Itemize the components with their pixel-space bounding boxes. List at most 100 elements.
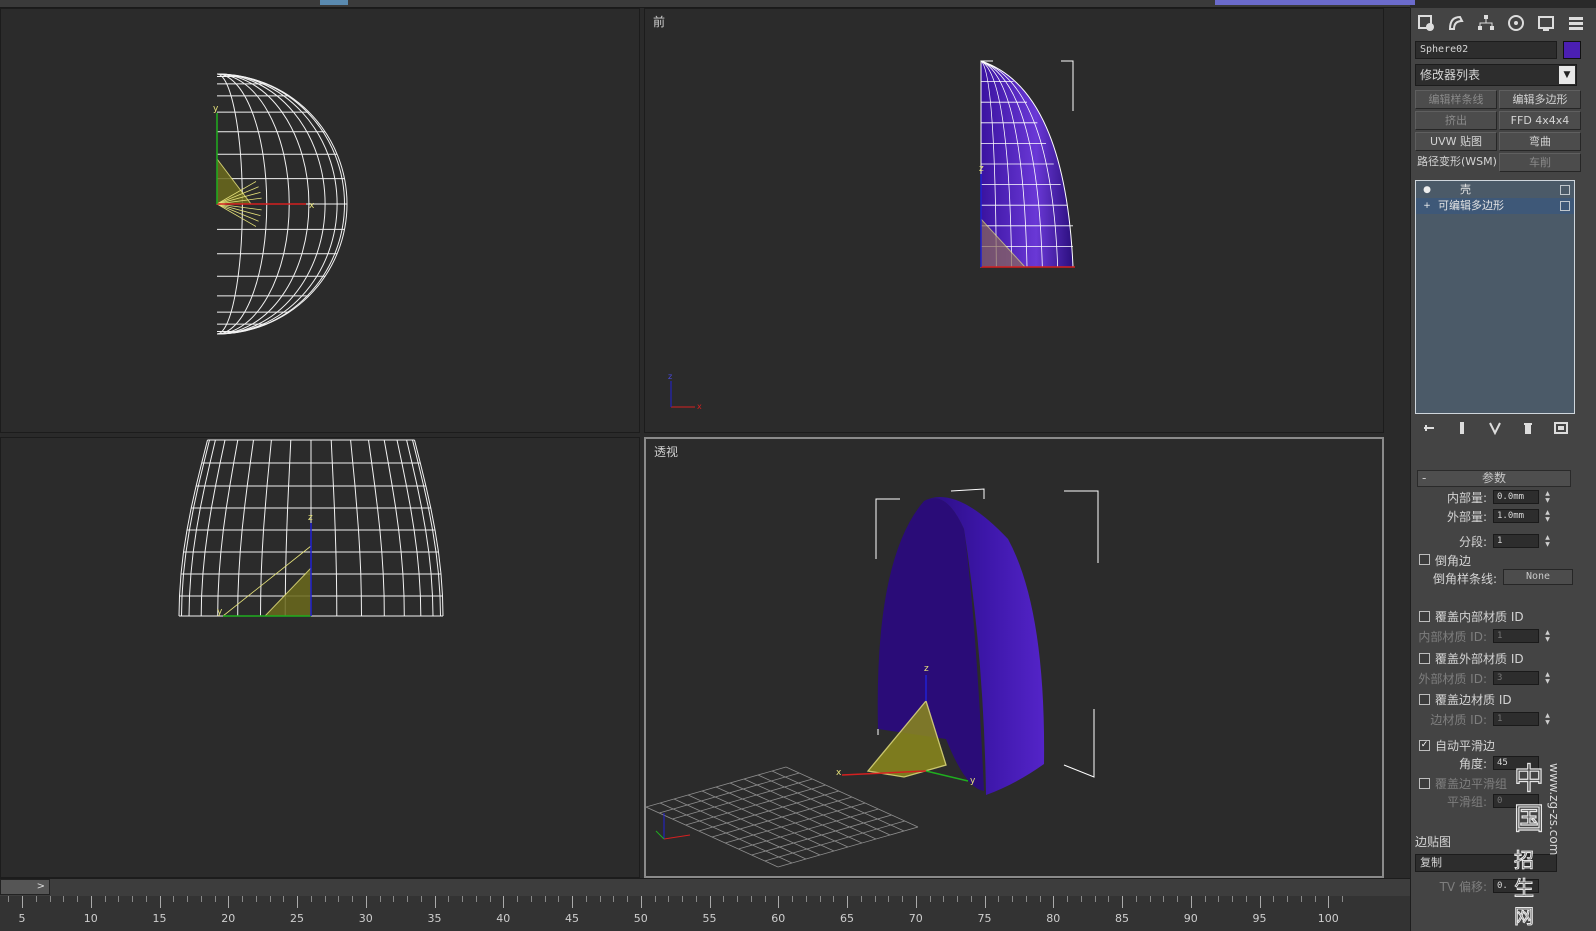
timeline-tick [352, 896, 353, 902]
viewport-top[interactable]: x y [0, 8, 640, 433]
timeline-tick [640, 896, 642, 908]
timeline-tick [475, 896, 477, 902]
timeline-tick-label: 70 [908, 912, 923, 925]
edge-map-dropdown[interactable]: 复制 [1415, 854, 1557, 872]
timeline-tick [750, 896, 752, 902]
spinner-arrows-icon[interactable]: ▲ ▼ [1543, 629, 1552, 643]
wire-meridian [330, 439, 338, 617]
edge-mat-id-spinner[interactable]: 1 [1493, 712, 1539, 726]
create-tab-icon[interactable] [1413, 10, 1439, 36]
stack-item-checkbox[interactable] [1560, 201, 1570, 211]
timeline-tick [1080, 896, 1082, 902]
timeline-tick [778, 896, 780, 908]
remove-modifier-icon[interactable] [1520, 420, 1536, 436]
override-inner-mat-label: 覆盖内部材质 ID [1435, 610, 1524, 624]
timeline-tick [585, 896, 587, 902]
toolbar-active-field[interactable] [1215, 0, 1415, 5]
left-view-wireframe: z y [178, 439, 444, 617]
timeline-ruler[interactable]: 5 10 15 20 25 30 35 40 45 50 55 60 65 70 75 80 85 90 95 100 [0, 896, 1410, 931]
segments-label: 分段: [1458, 535, 1487, 549]
display-tab-icon[interactable] [1533, 10, 1559, 36]
spinner-arrows-icon[interactable]: ▲ ▼ [1543, 534, 1552, 548]
spinner-arrows-icon[interactable]: ▲ ▼ [1543, 490, 1552, 504]
modifier-button[interactable]: 弯曲 [1499, 132, 1581, 151]
viewport-front[interactable]: 前 z x z [644, 8, 1384, 433]
timeline-tick [420, 896, 422, 902]
viewport-left[interactable]: z y [0, 437, 640, 878]
angle-spinner[interactable]: 45 [1493, 756, 1539, 770]
inner-amount-spinner[interactable]: 0.0mm [1493, 490, 1539, 504]
timeline-tick [970, 896, 972, 902]
override-inner-mat-checkbox[interactable] [1419, 611, 1430, 622]
parameters-rollout-header[interactable]: - 参数 [1417, 470, 1571, 487]
spinner-arrows-icon[interactable]: ▲ ▼ [1543, 671, 1552, 685]
timeline-tick [242, 896, 243, 902]
hierarchy-tab-icon[interactable] [1473, 10, 1499, 36]
time-slider-track[interactable]: > [0, 878, 1410, 896]
configure-modifier-sets-icon[interactable] [1553, 420, 1569, 436]
bevel-spline-button[interactable]: None [1503, 569, 1573, 585]
modifier-stack[interactable]: ● 壳 + 可编辑多边形 [1415, 180, 1575, 414]
timeline-tick [118, 896, 120, 902]
timeline-tick [145, 896, 147, 902]
spinner-arrows-icon[interactable]: ▲ ▼ [1543, 509, 1552, 523]
auto-smooth-checkbox[interactable]: ✓ [1419, 740, 1430, 751]
lightbulb-icon[interactable]: ● [1422, 185, 1432, 195]
timeline-tick [1122, 896, 1123, 908]
modifier-list-dropdown[interactable]: 修改器列表 ▼ [1415, 64, 1577, 86]
timeline-tick [49, 896, 51, 902]
timeline-tick [819, 896, 821, 902]
viewport-perspective[interactable]: 透视 z x y [644, 437, 1384, 878]
toolbar-selected-button[interactable] [320, 0, 348, 5]
time-slider-handle[interactable]: > [0, 879, 50, 895]
utilities-tab-icon[interactable] [1563, 10, 1589, 36]
wire-meridian [181, 439, 210, 617]
stack-item-editable-poly[interactable]: + 可编辑多边形 [1416, 198, 1574, 214]
timeline-tick [530, 896, 532, 902]
inner-mat-id-spinner[interactable]: 1 [1493, 629, 1539, 643]
motion-tab-icon[interactable] [1503, 10, 1529, 36]
timeline-tick [1135, 896, 1137, 902]
top-view-wireframe: x y [213, 73, 348, 335]
tv-offset-spinner[interactable]: 0. [1493, 879, 1539, 893]
segments-spinner[interactable]: 1 [1493, 534, 1539, 548]
collapse-icon[interactable]: - [1422, 471, 1426, 486]
modifier-button[interactable]: 车削 [1499, 153, 1581, 172]
object-color-swatch[interactable] [1563, 41, 1581, 59]
timeline-tick [613, 896, 615, 902]
bevel-spline-label: 倒角样条线: [1432, 572, 1497, 586]
modifier-button[interactable]: 编辑样条线 [1415, 90, 1497, 109]
timeline-tick [22, 896, 23, 908]
stack-item-checkbox[interactable] [1560, 185, 1570, 195]
timeline-tick [1328, 896, 1330, 908]
override-edge-mat-checkbox[interactable] [1419, 694, 1430, 705]
make-unique-icon[interactable] [1487, 420, 1503, 436]
outer-mat-id-spinner[interactable]: 3 [1493, 671, 1539, 685]
bevel-edges-checkbox[interactable] [1419, 554, 1430, 565]
stack-item-shell[interactable]: ● 壳 [1416, 182, 1574, 198]
modifier-button[interactable]: FFD 4x4x4 [1499, 111, 1581, 130]
timeline-tick [173, 896, 175, 902]
object-name-field[interactable]: Sphere02 [1415, 41, 1557, 59]
modifier-button[interactable]: 路径变形(WSM) [1415, 153, 1497, 172]
smooth-group-spinner[interactable]: 0 [1493, 794, 1539, 808]
timeline-tick [599, 896, 601, 902]
show-end-result-icon[interactable] [1454, 420, 1470, 436]
svg-text:x: x [309, 201, 315, 211]
chevron-down-icon[interactable]: ▼ [1559, 66, 1575, 84]
timeline-tick [1149, 896, 1151, 902]
pin-stack-icon[interactable] [1421, 420, 1437, 436]
modifier-button[interactable]: UVW 贴图 [1415, 132, 1497, 151]
override-edge-mat-label: 覆盖边材质 ID [1435, 693, 1512, 707]
timeline-tick [1190, 896, 1192, 908]
spinner-arrows-icon[interactable]: ▲ ▼ [1543, 712, 1552, 726]
outer-amount-spinner[interactable]: 1.0mm [1493, 509, 1539, 523]
override-outer-mat-checkbox[interactable] [1419, 653, 1430, 664]
override-smooth-checkbox[interactable] [1419, 778, 1430, 789]
timeline-tick [860, 896, 862, 902]
expand-plus-icon[interactable]: + [1422, 201, 1432, 211]
modifier-button[interactable]: 挤出 [1415, 111, 1497, 130]
modifier-button[interactable]: 编辑多边形 [1499, 90, 1581, 109]
modify-tab-icon[interactable] [1443, 10, 1469, 36]
angle-label: 角度: [1458, 757, 1487, 771]
